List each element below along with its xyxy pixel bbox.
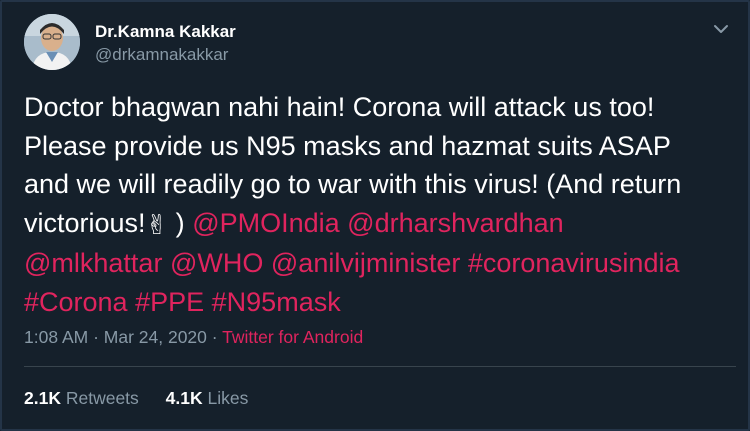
hashtag-link[interactable]: #Corona: [24, 287, 128, 317]
chevron-down-icon[interactable]: [710, 18, 732, 40]
tweet-text-line: and we will readily go to war with this …: [24, 169, 682, 199]
retweets-count: 2.1K: [24, 388, 61, 408]
tweet-text: Doctor bhagwan nahi hain! Corona will at…: [24, 88, 736, 321]
display-name[interactable]: Dr.Kamna Kakkar: [95, 22, 236, 42]
mention-link[interactable]: @PMOIndia: [192, 208, 339, 238]
meta-separator: ·: [88, 327, 104, 347]
mention-link[interactable]: @WHO: [170, 248, 263, 278]
tweet-text-line: Doctor bhagwan nahi hain! Corona will at…: [24, 92, 655, 122]
tweet-time[interactable]: 1:08 AM: [24, 327, 88, 347]
tweet-stats: 2.1K Retweets 4.1K Likes: [24, 388, 270, 409]
divider: [24, 366, 736, 367]
retweets-stat[interactable]: 2.1K Retweets: [24, 388, 139, 408]
tweet-header: Dr.Kamna Kakkar @drkamnakakkar: [24, 14, 734, 74]
tweet-date[interactable]: Mar 24, 2020: [104, 327, 207, 347]
likes-count: 4.1K: [165, 388, 203, 408]
hashtag-link[interactable]: #PPE: [135, 287, 204, 317]
likes-label: Likes: [207, 388, 249, 408]
victory-hand-emoji: ✌: [145, 209, 169, 240]
meta-separator: ·: [206, 327, 223, 347]
tweet-card: Dr.Kamna Kakkar @drkamnakakkar Doctor bh…: [0, 0, 750, 431]
likes-stat[interactable]: 4.1K Likes: [166, 388, 249, 408]
hashtag-link[interactable]: #N95mask: [212, 287, 341, 317]
retweets-label: Retweets: [65, 388, 139, 408]
tweet-meta: 1:08 AM · Mar 24, 2020 · Twitter for And…: [24, 327, 363, 348]
hashtag-link[interactable]: #coronavirusindia: [468, 248, 680, 278]
mention-link[interactable]: @drharshvardhan: [347, 208, 564, 238]
tweet-text-line: ): [168, 207, 185, 238]
mention-link[interactable]: @mlkhattar: [24, 248, 162, 278]
user-handle[interactable]: @drkamnakakkar: [95, 45, 228, 65]
tweet-source-link[interactable]: Twitter for Android: [222, 327, 363, 347]
mention-link[interactable]: @anilvijminister: [271, 248, 460, 278]
tweet-text-line: victorious!: [24, 207, 146, 238]
avatar-photo: [24, 14, 80, 70]
tweet-text-line: Please provide us N95 masks and hazmat s…: [24, 130, 671, 161]
avatar[interactable]: [24, 14, 80, 70]
